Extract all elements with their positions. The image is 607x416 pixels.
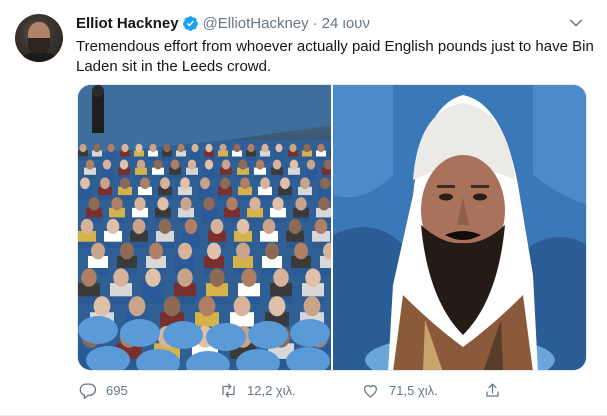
comment-icon (79, 383, 96, 400)
chevron-down-icon[interactable] (567, 14, 585, 32)
like-button[interactable]: 71,5 χιλ. (361, 381, 438, 400)
reply-count: 695 (106, 383, 128, 398)
author-handle[interactable]: @ElliotHackney (203, 15, 309, 32)
reply-button[interactable]: 695 (78, 381, 128, 400)
heart-icon (363, 385, 378, 398)
retweet-icon (222, 383, 235, 398)
bin-laden-cutout-photo[interactable] (333, 85, 586, 370)
timestamp[interactable]: 24 ιουν (322, 15, 370, 32)
retweet-count: 12,2 χιλ. (247, 383, 296, 398)
separator: · (312, 14, 318, 32)
tweet-card[interactable]: Elliot Hackney @ElliotHackney · 24 ιουν … (0, 0, 607, 416)
share-icon (486, 383, 499, 397)
stadium-cutouts-photo[interactable] (78, 85, 331, 370)
tweet-text: Tremendous effort from whoever actually … (76, 38, 594, 75)
like-count: 71,5 χιλ. (389, 383, 438, 398)
avatar[interactable] (15, 14, 63, 62)
tweet-media[interactable] (77, 84, 587, 371)
retweet-button[interactable]: 12,2 χιλ. (219, 381, 296, 400)
tweet-header: Elliot Hackney @ElliotHackney · 24 ιουν (76, 13, 370, 33)
tweet-actions: 695 12,2 χιλ. 71,5 χιλ. (78, 381, 528, 403)
author-name[interactable]: Elliot Hackney (76, 15, 179, 32)
verified-badge-icon (182, 15, 198, 31)
share-button[interactable] (483, 381, 511, 400)
